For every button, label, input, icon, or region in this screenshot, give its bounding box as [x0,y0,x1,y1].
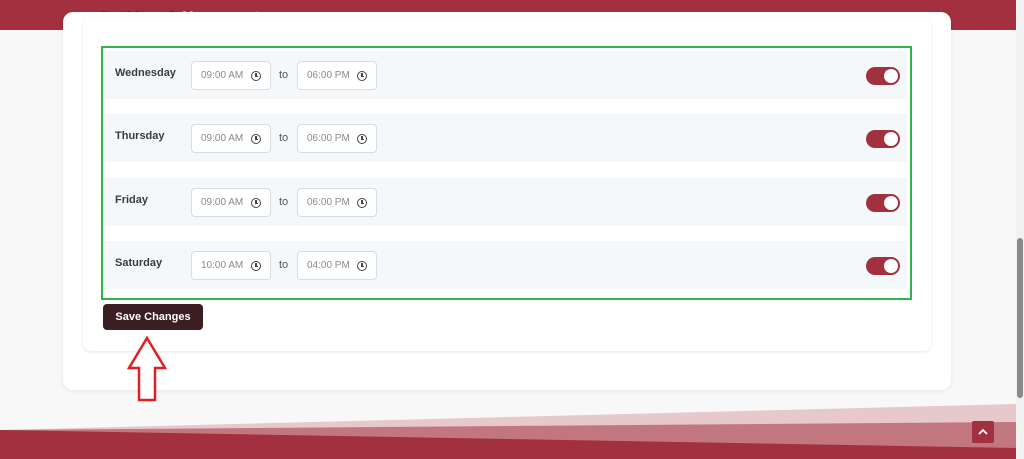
up-arrow-icon [127,336,167,402]
schedule-highlight-box [101,46,912,300]
save-changes-button[interactable]: Save Changes [103,304,203,330]
page-scrollbar[interactable] [1016,0,1024,459]
scrollbar-thumb[interactable] [1017,238,1023,398]
footer-wave [0,404,1016,459]
chevron-up-icon [978,428,988,435]
scroll-to-top-button[interactable] [972,421,994,443]
